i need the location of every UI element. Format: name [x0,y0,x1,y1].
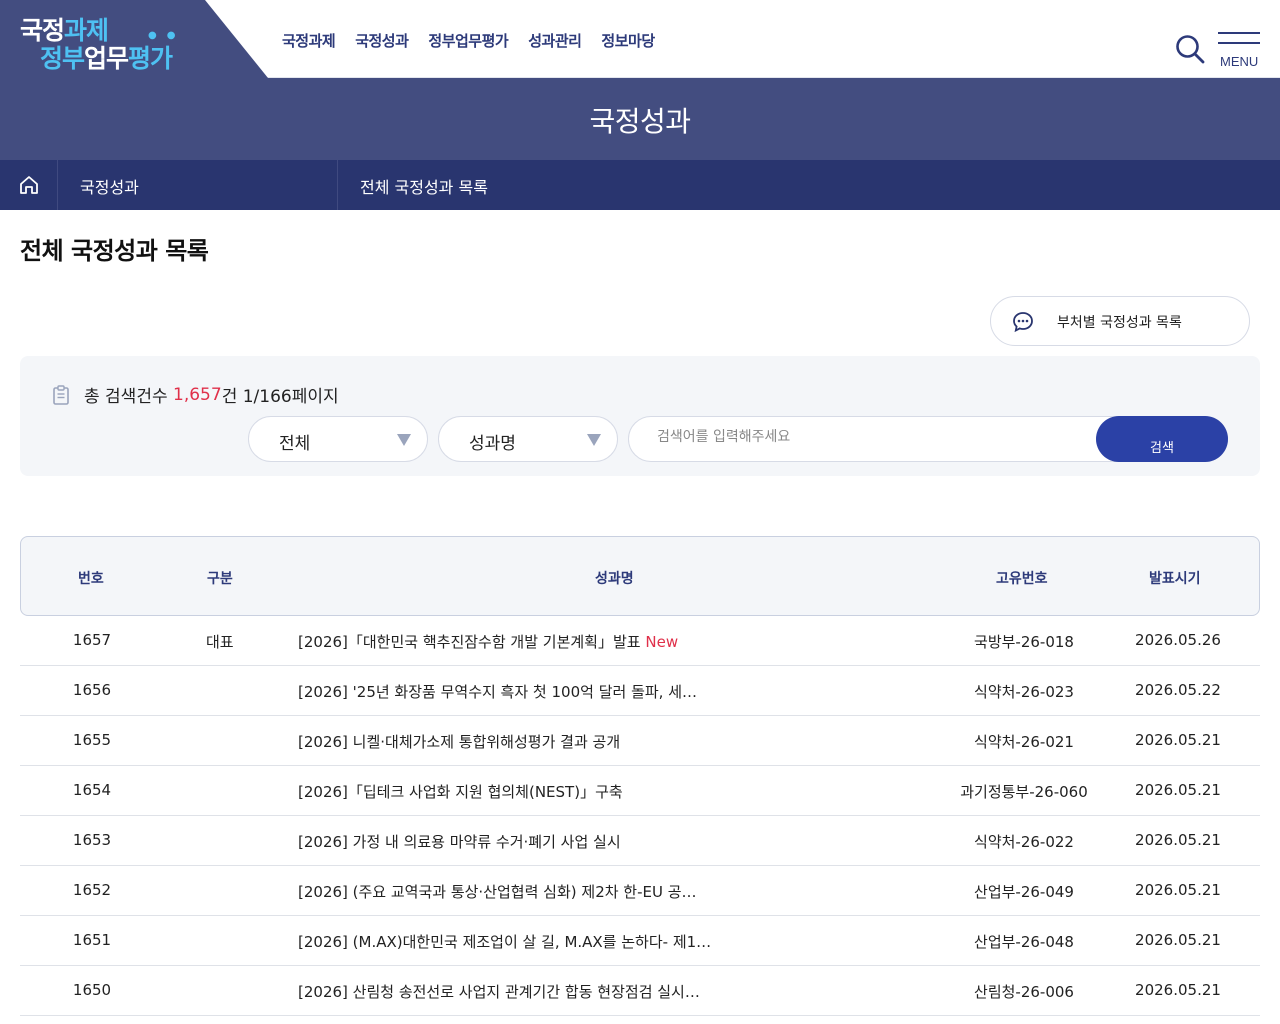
col-category: 구분 [207,571,233,587]
row-number: 1651 [72,931,112,949]
row-number: 1650 [72,981,112,999]
menu-label: MENU [1220,54,1259,69]
col-title: 성과명 [595,571,634,587]
field-select[interactable]: 성과명 [438,416,618,462]
logo-text-2c: 평가 [128,44,173,73]
row-date: 2026.05.26 [1135,631,1221,649]
col-number: 번호 [78,571,104,587]
table-row[interactable]: 1656 [2026] '25년 화장품 무역수지 흑자 첫 100억 달러 돌… [20,666,1260,716]
table-row[interactable]: 1655 [2026] 니켈·대체가소제 통합위해성평가 결과 공개 식약처-2… [20,716,1260,766]
logo-text-1b: 과제 [64,16,109,45]
table-row[interactable]: 1651 [2026] (M.AX)대한민국 제조업이 살 길, M.AX를 논… [20,916,1260,966]
row-date: 2026.05.21 [1135,881,1221,899]
row-date: 2026.05.21 [1135,831,1221,849]
banner-title: 국정성과 [589,105,691,138]
nav-item-performance-mgmt[interactable]: 성과관리 [528,30,582,51]
row-title[interactable]: [2026] (M.AX)대한민국 제조업이 살 길, M.AX를 논하다- 제… [298,931,718,952]
row-number: 1657 [72,631,112,649]
row-number: 1653 [72,831,112,849]
category-select-value: 전체 [279,434,311,454]
page-banner: 국정성과 [0,78,1280,160]
chevron-down-icon [397,434,411,446]
table-row[interactable]: 1654 [2026]「딥테크 사업화 지원 협의체(NEST)」구축 과기정통… [20,766,1260,816]
search-input[interactable] [657,429,1077,445]
logo-text-2a: 정부 [40,44,85,73]
breadcrumb: 국정성과 전체 국정성과 목록 [0,160,1280,210]
row-title[interactable]: [2026]「대한민국 핵추진잠수함 개발 기본계획」발표 [298,633,641,651]
search-icon[interactable] [1175,34,1205,64]
col-code: 고유번호 [996,571,1048,587]
top-header: 국정과제 정부업무평가 ●● 국정과제 국정성과 정부업무평가 성과관리 정보마… [0,0,1280,78]
new-badge: New [645,633,679,651]
row-code: 산업부-26-048 [974,933,1074,951]
row-title[interactable]: [2026] 산림청 송전선로 사업지 관계기간 합동 현장점검 실시… [298,981,718,1002]
chat-bubble-icon [1013,312,1033,333]
dept-list-label: 부처별 국정성과 목록 [1057,315,1182,331]
row-code: 식약처-26-021 [974,733,1074,751]
row-title[interactable]: [2026] (주요 교역국과 통상·산업협력 심화) 제2차 한-EU 공… [298,881,718,902]
row-title-cell: [2026]「대한민국 핵추진잠수함 개발 기본계획」발표 New [298,631,718,652]
breadcrumb-level1[interactable]: 국정성과 [58,160,338,210]
home-button[interactable] [0,160,58,210]
row-title[interactable]: [2026]「딥테크 사업화 지원 협의체(NEST)」구축 [298,781,718,802]
nav-item-info[interactable]: 정보마당 [601,30,655,51]
col-date: 발표시기 [1149,571,1201,587]
row-number: 1652 [72,881,112,899]
count-value: 1,657 [173,384,222,405]
field-select-value: 성과명 [469,434,516,454]
dept-list-button[interactable]: 부처별 국정성과 목록 [990,296,1250,346]
nav-item-gov-evaluation[interactable]: 정부업무평가 [428,30,508,51]
nav-item-achievements[interactable]: 국정성과 [355,30,409,51]
site-logo[interactable]: 국정과제 정부업무평가 [20,16,173,73]
menu-bar-icon [1218,32,1260,34]
row-code: 국방부-26-018 [974,633,1074,651]
result-count: 총 검색건수 1,657 건 1/166페이지 [52,382,339,407]
search-panel: 총 검색건수 1,657 건 1/166페이지 전체 성과명 검색 [20,356,1260,476]
row-date: 2026.05.21 [1135,731,1221,749]
row-number: 1655 [72,731,112,749]
table-row[interactable]: 1650 [2026] 산림청 송전선로 사업지 관계기간 합동 현장점검 실시… [20,966,1260,1016]
breadcrumb-level2[interactable]: 전체 국정성과 목록 [338,160,738,210]
menu-button[interactable]: MENU [1218,32,1260,72]
row-date: 2026.05.22 [1135,681,1221,699]
row-date: 2026.05.21 [1135,781,1221,799]
logo-text-2b: 업무 [84,44,129,73]
row-number: 1654 [72,781,112,799]
category-select[interactable]: 전체 [248,416,428,462]
search-button[interactable]: 검색 [1096,416,1228,462]
count-prefix: 총 검색건수 [84,387,168,407]
table-header: 번호 구분 성과명 고유번호 발표시기 [20,536,1260,616]
row-category: 대표 [206,633,234,651]
logo-text-1a: 국정 [20,16,65,45]
nav-item-policy-tasks[interactable]: 국정과제 [282,30,336,51]
home-icon [20,176,38,194]
main-nav: 국정과제 국정성과 정부업무평가 성과관리 정보마당 [282,30,655,51]
row-code: 식약처-26-022 [974,833,1074,851]
row-number: 1656 [72,681,112,699]
row-title[interactable]: [2026] '25년 화장품 무역수지 흑자 첫 100억 달러 돌파, 세… [298,681,718,702]
chevron-down-icon [587,434,601,446]
table-row[interactable]: 1653 [2026] 가정 내 의료용 마약류 수거·폐기 사업 실시 식약처… [20,816,1260,866]
row-title[interactable]: [2026] 니켈·대체가소제 통합위해성평가 결과 공개 [298,731,718,752]
row-code: 식약처-26-023 [974,683,1074,701]
table-row[interactable]: 1652 [2026] (주요 교역국과 통상·산업협력 심화) 제2차 한-E… [20,866,1260,916]
row-code: 산림청-26-006 [974,983,1074,1001]
logo-dots: ●● [148,30,186,41]
menu-bar-icon [1218,42,1260,44]
row-code: 산업부-26-049 [974,883,1074,901]
document-icon [53,384,69,405]
row-date: 2026.05.21 [1135,931,1221,949]
page-title: 전체 국정성과 목록 [20,237,209,265]
count-suffix: 건 1/166페이지 [221,387,339,407]
row-title[interactable]: [2026] 가정 내 의료용 마약류 수거·폐기 사업 실시 [298,831,718,852]
table-row[interactable]: 1657 대표 [2026]「대한민국 핵추진잠수함 개발 기본계획」발표 Ne… [20,616,1260,666]
row-code: 과기정통부-26-060 [960,783,1088,801]
row-date: 2026.05.21 [1135,981,1221,999]
